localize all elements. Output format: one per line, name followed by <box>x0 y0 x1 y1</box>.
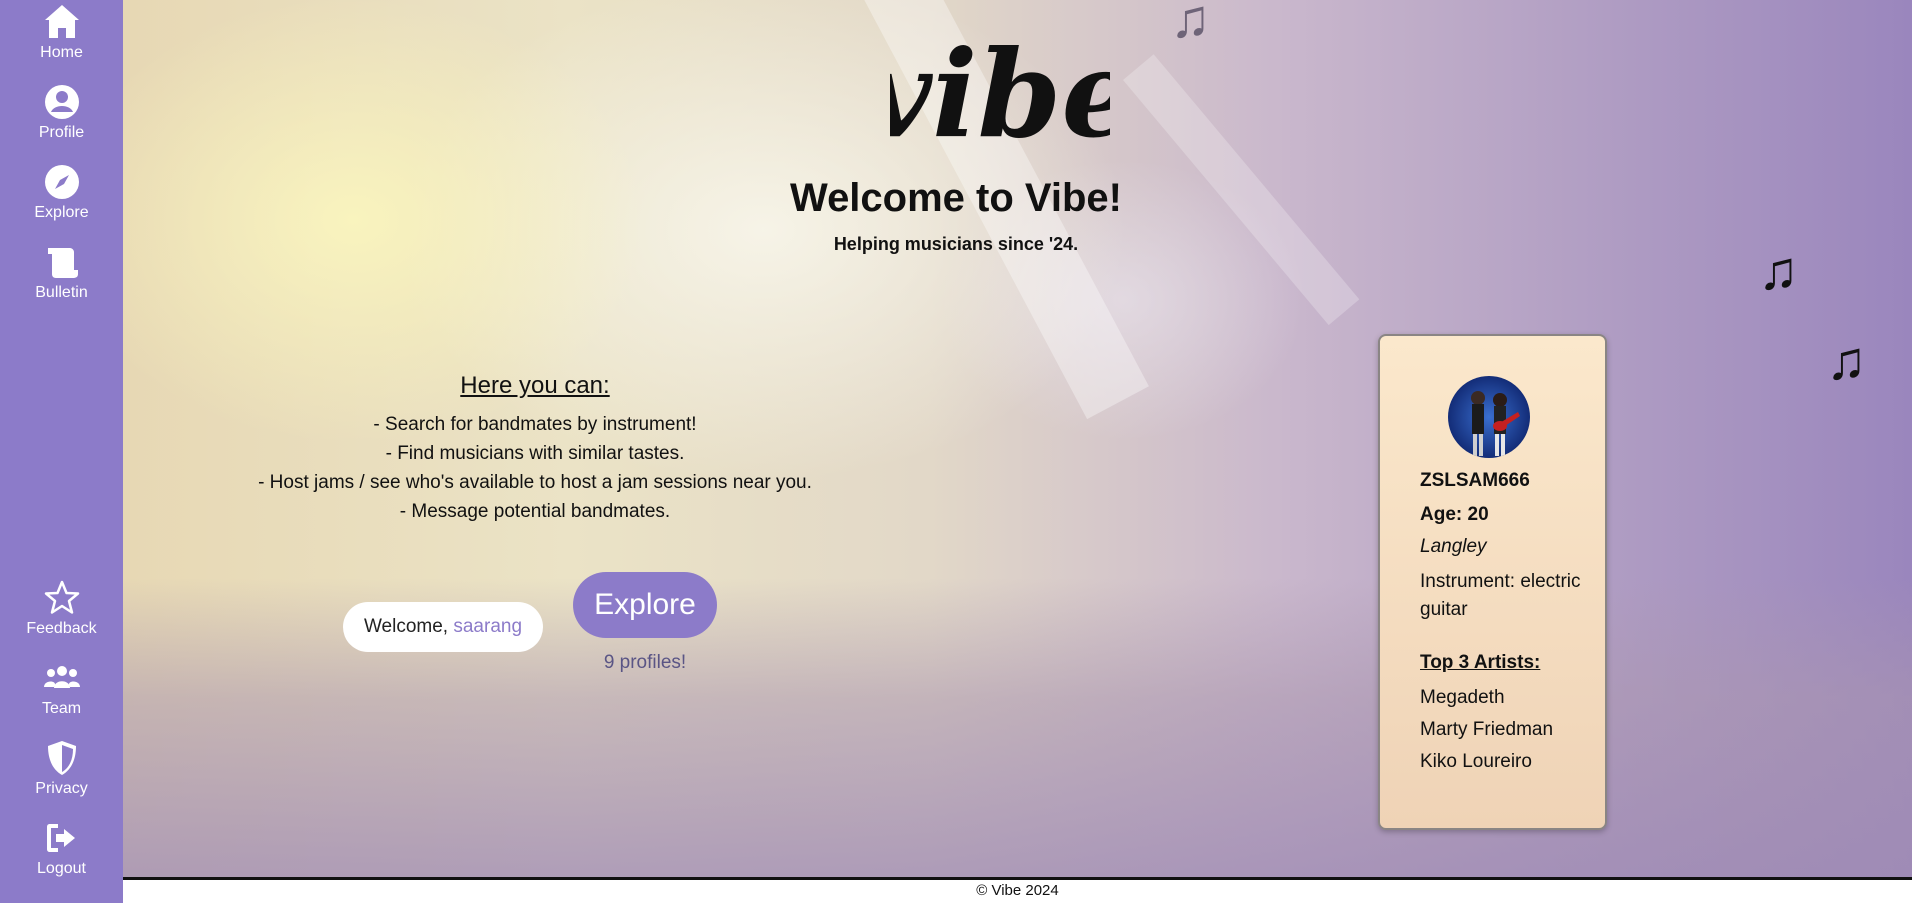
sidebar-item-label: Profile <box>38 124 85 141</box>
list-item: - Message potential bandmates. <box>399 501 671 522</box>
music-note-icon: ♫ <box>1170 0 1211 49</box>
artist-item: Kiko Loureiro <box>1420 751 1532 772</box>
footer: © Vibe 2024 <box>123 877 1912 903</box>
explore-button[interactable]: Explore <box>573 572 717 638</box>
compass-icon <box>44 165 79 199</box>
home-icon <box>44 5 79 38</box>
shield-icon <box>47 741 76 775</box>
profile-username: ZSLSAM666 <box>1420 470 1530 491</box>
artist-item: Megadeth <box>1420 687 1505 708</box>
sidebar-item-label: Explore <box>34 204 89 221</box>
svg-text:vibe: vibe <box>890 24 1110 158</box>
sidebar-item-team[interactable]: Team <box>0 658 123 718</box>
sidebar-item-logout[interactable]: Logout <box>0 818 123 878</box>
sidebar: Home Profile Explore Bulletin Feedback T… <box>0 0 123 903</box>
artist-item: Marty Friedman <box>1420 719 1554 740</box>
vibe-logo: vibe <box>890 24 1110 158</box>
page-subtitle: Helping musicians since '24. <box>833 234 1079 254</box>
star-icon <box>44 580 79 614</box>
profile-location: Langley <box>1420 536 1487 557</box>
sidebar-item-feedback[interactable]: Feedback <box>0 578 123 638</box>
welcome-username[interactable]: saarang <box>453 616 522 637</box>
features-section: Here you can: - Search for bandmates by … <box>230 372 840 526</box>
avatar-image <box>1448 376 1530 458</box>
user-circle-icon <box>44 85 79 119</box>
list-item: - Find musicians with similar tastes. <box>385 443 685 464</box>
profile-card[interactable]: ZSLSAM666 Age: 20 Langley Instrument: el… <box>1378 334 1607 830</box>
list-item: - Host jams / see who's available to hos… <box>258 472 812 493</box>
sidebar-item-label: Feedback <box>26 620 97 637</box>
people-icon <box>43 666 80 688</box>
welcome-prefix: Welcome, <box>363 616 449 637</box>
sidebar-item-label: Home <box>40 44 83 61</box>
logout-icon <box>46 824 75 852</box>
welcome-badge: Welcome, saarang <box>343 602 543 652</box>
profiles-count: 9 profiles! <box>603 652 687 673</box>
scroll-icon <box>47 248 78 278</box>
sidebar-item-label: Team <box>41 700 82 717</box>
sidebar-item-label: Logout <box>37 860 86 877</box>
music-note-icon: ♫ <box>1826 331 1867 391</box>
sidebar-item-profile[interactable]: Profile <box>0 82 123 142</box>
top-artists-heading: Top 3 Artists: <box>1420 652 1541 673</box>
sidebar-item-explore[interactable]: Explore <box>0 162 123 222</box>
list-item: - Search for bandmates by instrument! <box>373 414 697 435</box>
sidebar-item-label: Privacy <box>35 780 88 797</box>
profile-instrument: Instrument: electric guitar <box>1420 571 1581 620</box>
sidebar-item-bulletin[interactable]: Bulletin <box>0 242 123 302</box>
avatar <box>1448 376 1530 458</box>
features-heading: Here you can: <box>460 372 610 399</box>
sidebar-item-label: Bulletin <box>35 284 88 301</box>
sidebar-item-privacy[interactable]: Privacy <box>0 738 123 798</box>
features-list: - Search for bandmates by instrument! - … <box>230 410 840 526</box>
sidebar-item-home[interactable]: Home <box>0 2 123 62</box>
page-title: Welcome to Vibe! <box>790 176 1122 220</box>
profile-age: Age: 20 <box>1420 504 1489 525</box>
